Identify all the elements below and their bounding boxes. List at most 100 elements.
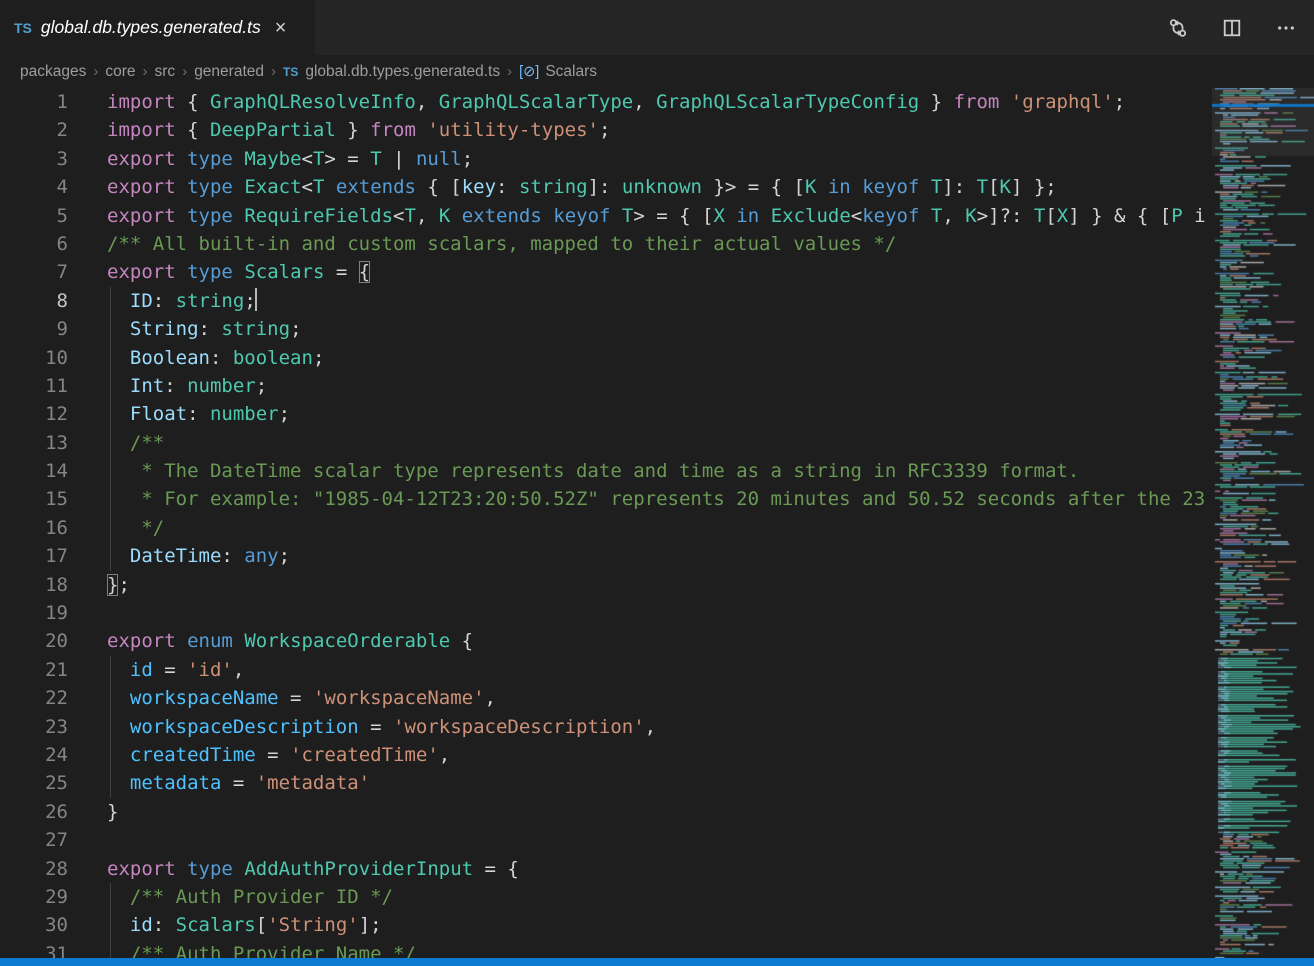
line-number: 14 xyxy=(0,457,68,485)
editor-actions xyxy=(1166,0,1314,55)
code-text: import { DeepPartial } from 'utility-typ… xyxy=(107,116,610,144)
line-number: 9 xyxy=(0,315,68,343)
code-line[interactable]: 24 createdTime = 'createdTime', xyxy=(0,741,1207,769)
code-line[interactable]: 1import { GraphQLResolveInfo, GraphQLSca… xyxy=(0,88,1207,116)
code-line[interactable]: 11 Int: number; xyxy=(0,372,1207,400)
code-text: /** All built-in and custom scalars, map… xyxy=(107,230,896,258)
symbol-type-icon: [⊘] xyxy=(519,64,539,80)
code-editor[interactable]: 1import { GraphQLResolveInfo, GraphQLSca… xyxy=(0,88,1207,958)
code-text: Boolean: boolean; xyxy=(107,344,324,372)
code-line[interactable]: 23 workspaceDescription = 'workspaceDesc… xyxy=(0,713,1207,741)
code-line[interactable]: 27 xyxy=(0,826,1207,854)
code-text: export type AddAuthProviderInput = { xyxy=(107,855,519,883)
code-text: import { GraphQLResolveInfo, GraphQLScal… xyxy=(107,88,1125,116)
code-line[interactable]: 10 Boolean: boolean; xyxy=(0,344,1207,372)
line-number: 11 xyxy=(0,372,68,400)
code-text: workspaceDescription = 'workspaceDescrip… xyxy=(107,713,656,741)
code-line[interactable]: 3export type Maybe<T> = T | null; xyxy=(0,145,1207,173)
line-number: 23 xyxy=(0,713,68,741)
breadcrumb-item-generated[interactable]: generated xyxy=(194,63,264,81)
code-text: } xyxy=(107,798,118,826)
code-line[interactable]: 25 metadata = 'metadata' xyxy=(0,769,1207,797)
tab-bar: TS global.db.types.generated.ts × xyxy=(0,0,1314,55)
line-number: 19 xyxy=(0,599,68,627)
code-line[interactable]: 29 /** Auth Provider ID */ xyxy=(0,883,1207,911)
breadcrumb-separator: › xyxy=(93,63,98,80)
typescript-file-icon: TS xyxy=(14,20,32,36)
code-line[interactable]: 26} xyxy=(0,798,1207,826)
close-icon[interactable]: × xyxy=(275,18,287,38)
minimap-canvas xyxy=(1212,88,1314,958)
code-line[interactable]: 6 /** All built-in and custom scalars, ma… xyxy=(0,230,1207,258)
code-line[interactable]: 4export type Exact<T extends { [key: str… xyxy=(0,173,1207,201)
line-number: 7 xyxy=(0,258,68,286)
line-number: 8 xyxy=(0,287,68,315)
code-line[interactable]: 22 workspaceName = 'workspaceName', xyxy=(0,684,1207,712)
code-line[interactable]: 2import { DeepPartial } from 'utility-ty… xyxy=(0,116,1207,144)
line-number: 16 xyxy=(0,514,68,542)
breadcrumb-item-symbol[interactable]: Scalars xyxy=(545,63,597,81)
minimap[interactable] xyxy=(1212,88,1314,958)
code-line[interactable]: 19 xyxy=(0,599,1207,627)
breadcrumb-item-file[interactable]: global.db.types.generated.ts xyxy=(305,63,500,81)
line-number: 10 xyxy=(0,344,68,372)
breadcrumb-item-src[interactable]: src xyxy=(155,63,176,81)
code-line[interactable]: 30 id: Scalars['String']; xyxy=(0,911,1207,939)
code-text: /** Auth Provider ID */ xyxy=(107,883,393,911)
more-actions-button[interactable] xyxy=(1274,16,1298,40)
code-line[interactable]: 18}; xyxy=(0,571,1207,599)
line-number: 29 xyxy=(0,883,68,911)
code-line[interactable]: 8 ID: string; xyxy=(0,287,1207,315)
tab-global-db-types-generated[interactable]: TS global.db.types.generated.ts × xyxy=(0,0,315,55)
code-text: Float: number; xyxy=(107,400,290,428)
code-line[interactable]: 12 Float: number; xyxy=(0,400,1207,428)
code-line[interactable]: 21 id = 'id', xyxy=(0,656,1207,684)
code-text: String: string; xyxy=(107,315,302,343)
code-text: DateTime: any; xyxy=(107,542,290,570)
breadcrumb: packages › core › src › generated › TS g… xyxy=(0,55,1314,88)
code-line[interactable]: 31 /** Auth Provider Name */ xyxy=(0,940,1207,958)
code-line[interactable]: 9 String: string; xyxy=(0,315,1207,343)
code-line[interactable]: 28export type AddAuthProviderInput = { xyxy=(0,855,1207,883)
code-line[interactable]: 20 export enum WorkspaceOrderable { xyxy=(0,627,1207,655)
line-number: 22 xyxy=(0,684,68,712)
code-text: Int: number; xyxy=(107,372,267,400)
line-number: 6 xyxy=(0,230,68,258)
line-number: 25 xyxy=(0,769,68,797)
code-line[interactable]: 17 DateTime: any; xyxy=(0,542,1207,570)
line-number: 3 xyxy=(0,145,68,173)
breadcrumb-item-core[interactable]: core xyxy=(105,63,135,81)
code-line[interactable]: 7 export type Scalars = { xyxy=(0,258,1207,286)
breadcrumb-item-packages[interactable]: packages xyxy=(20,63,86,81)
code-text: export type Exact<T extends { [key: stri… xyxy=(107,173,1057,201)
breadcrumb-separator: › xyxy=(182,63,187,80)
code-text: export type Scalars = { xyxy=(107,258,370,286)
open-changes-button[interactable] xyxy=(1166,16,1190,40)
split-editor-button[interactable] xyxy=(1220,16,1244,40)
status-bar[interactable] xyxy=(0,958,1314,966)
code-line[interactable]: 14 * The DateTime scalar type represents… xyxy=(0,457,1207,485)
code-text: id: Scalars['String']; xyxy=(107,911,382,939)
code-text: id = 'id', xyxy=(107,656,244,684)
code-text: export enum WorkspaceOrderable { xyxy=(107,627,473,655)
code-line[interactable]: 15 * For example: "1985-04-12T23:20:50.5… xyxy=(0,485,1207,513)
line-number: 27 xyxy=(0,826,68,854)
code-line[interactable]: 13 /** xyxy=(0,429,1207,457)
code-text: export type RequireFields<T, K extends k… xyxy=(107,202,1206,230)
line-number: 18 xyxy=(0,571,68,599)
code-line[interactable]: 5 export type RequireFields<T, K extends … xyxy=(0,202,1207,230)
code-text: /** Auth Provider Name */ xyxy=(107,940,416,958)
line-number: 26 xyxy=(0,798,68,826)
code-text: /** xyxy=(107,429,164,457)
code-line[interactable]: 16 */ xyxy=(0,514,1207,542)
text-cursor xyxy=(255,288,257,311)
line-number: 15 xyxy=(0,485,68,513)
typescript-file-icon: TS xyxy=(283,65,298,79)
vscode-window: TS global.db.types.generated.ts × xyxy=(0,0,1314,966)
line-number: 13 xyxy=(0,429,68,457)
code-text: * For example: "1985-04-12T23:20:50.52Z"… xyxy=(107,485,1205,513)
code-text: ID: string; xyxy=(107,287,257,315)
line-number: 5 xyxy=(0,202,68,230)
line-number: 20 xyxy=(0,627,68,655)
code-text: metadata = 'metadata' xyxy=(107,769,370,797)
